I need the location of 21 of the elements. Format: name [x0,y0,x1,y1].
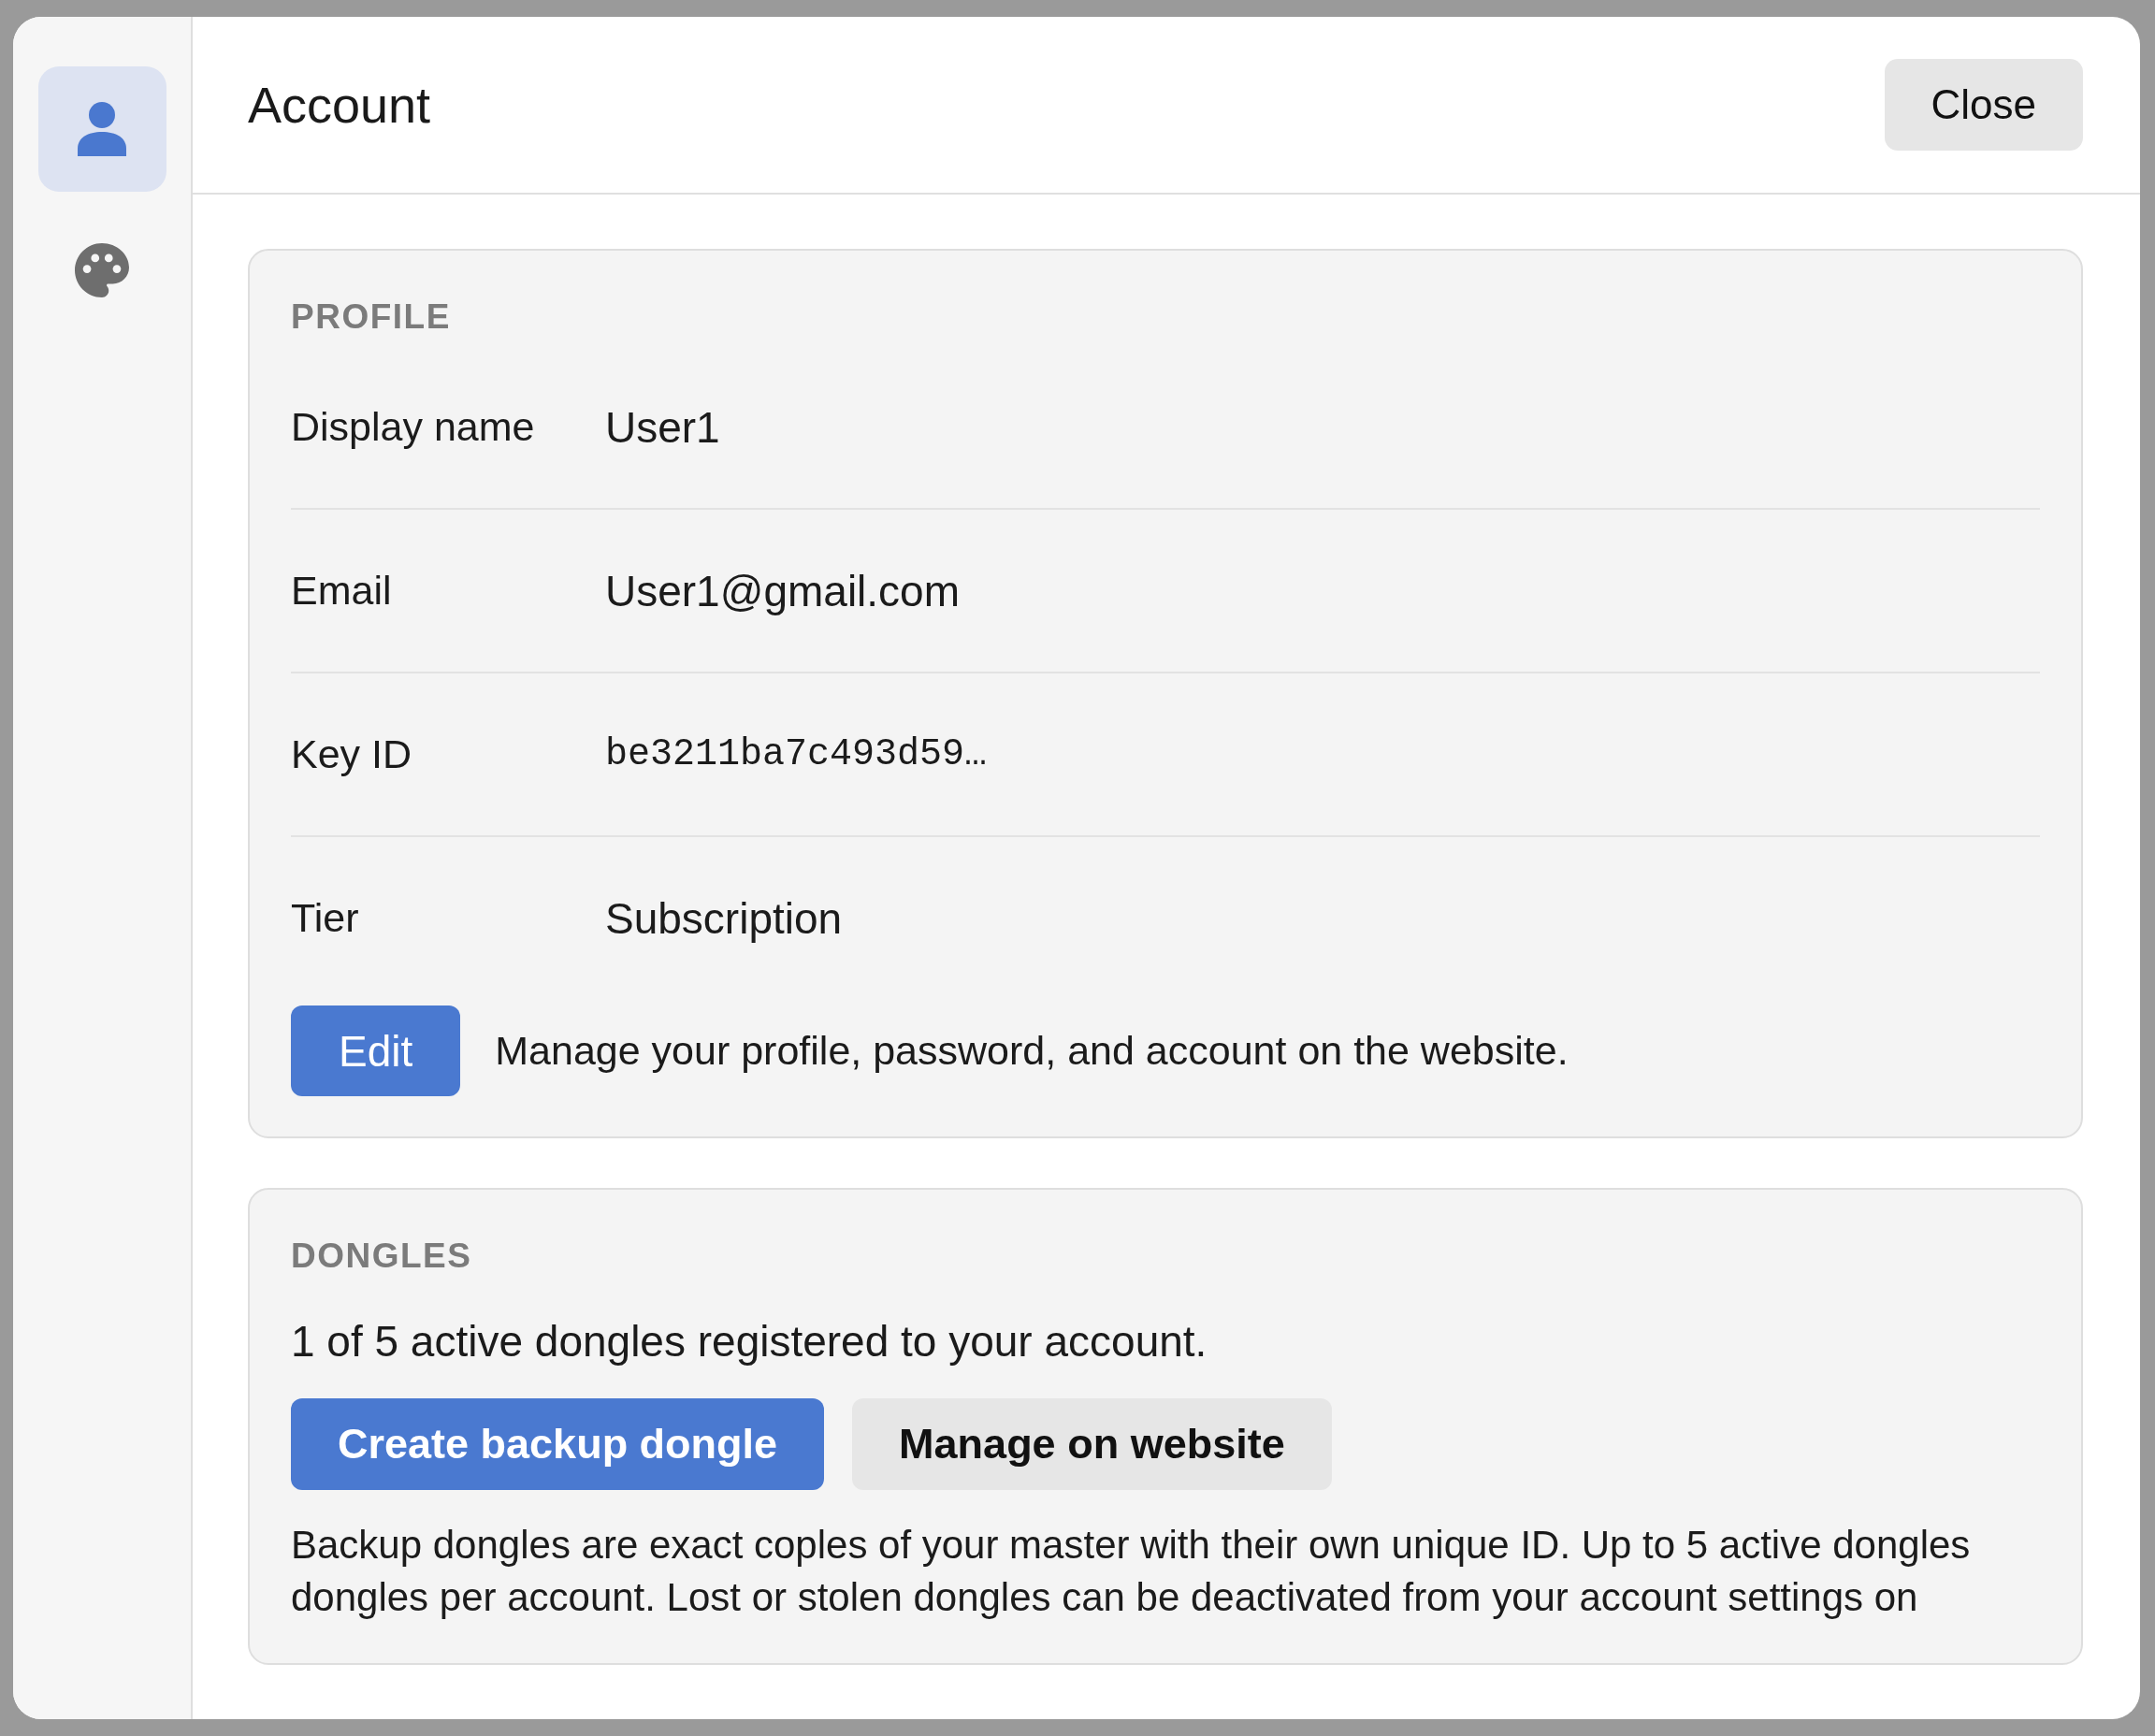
create-backup-button[interactable]: Create backup dongle [291,1398,825,1490]
palette-icon [75,243,129,297]
edit-note: Manage your profile, password, and account on the website. [495,1028,1569,1074]
field-value: User1@gmail.com [605,565,960,616]
section-heading: DONGLES [291,1236,473,1277]
dongle-summary: 1 of 5 active dongles registered to your account. [291,1316,1208,1367]
field-value: Subscription [605,892,843,944]
sidebar-tab[interactable] [37,66,166,192]
field-label: Email [291,568,393,614]
window-title: Account [248,75,431,135]
manage-button[interactable]: Manage on website [852,1398,1332,1490]
field-value: be3211ba7c493d59… [605,733,988,775]
dongle-note: Backup dongles are exact coples of your master with their own unique ID. Up to 5 active dongles dongles per account. Lost or stolen dongles can be deactivated from your account settings on [291,1522,1972,1621]
field-label: Display name [291,404,536,450]
person-icon [78,102,126,156]
field-value: User1 [605,401,720,453]
close-button[interactable]: Close [1884,59,2083,151]
section-heading: PROFILE [291,297,452,338]
edit-button[interactable]: Edit [291,1005,461,1096]
field-label: Key ID [291,731,413,777]
field-label: Tier [291,895,360,941]
